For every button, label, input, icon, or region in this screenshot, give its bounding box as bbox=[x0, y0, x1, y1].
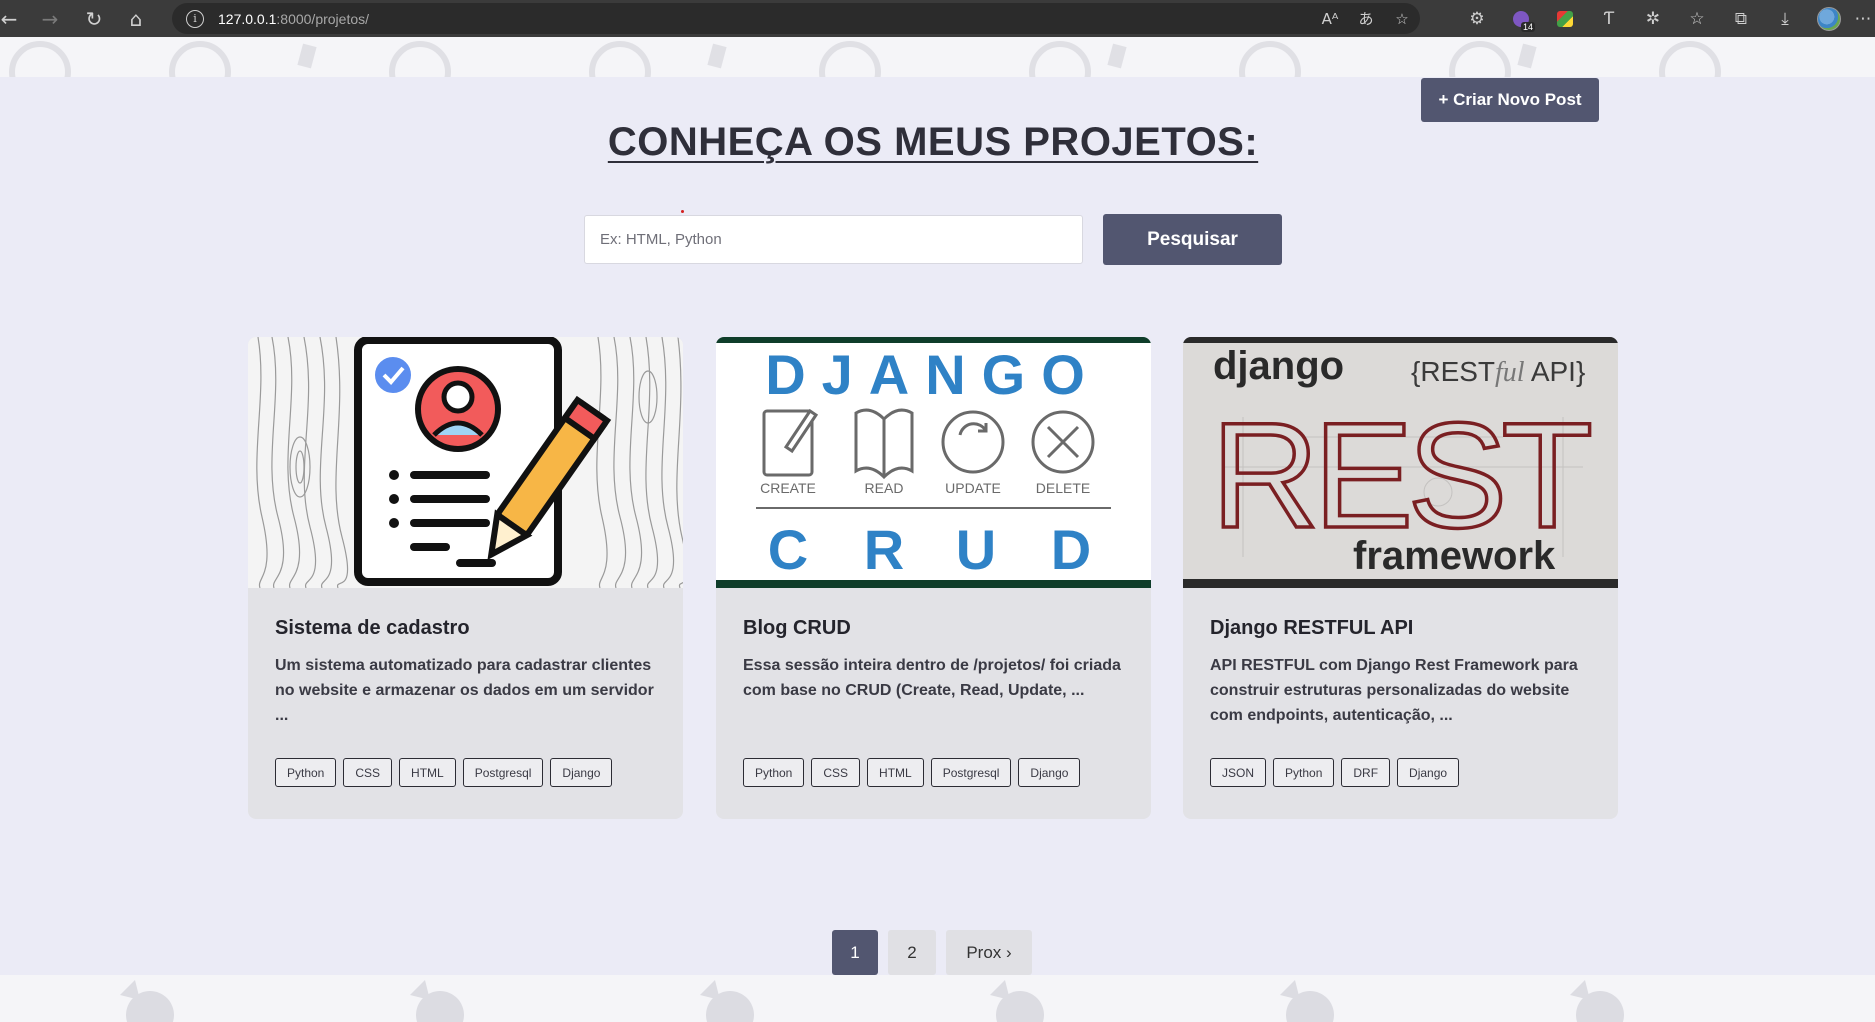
cat-watermark-pattern bbox=[120, 980, 1624, 1022]
crud-letter-u: U bbox=[956, 518, 996, 581]
collections-icon[interactable]: ⧉ bbox=[1719, 0, 1763, 37]
card-body: Django RESTFUL API API RESTFUL com Djang… bbox=[1210, 617, 1600, 728]
url-host: 127.0.0.1 bbox=[218, 10, 277, 27]
crud-label-update: UPDATE bbox=[945, 480, 1001, 496]
add-favorite-icon[interactable]: ☆ bbox=[1384, 10, 1420, 28]
crud-letter-d: D bbox=[1051, 518, 1091, 581]
tag-list: JSON Python DRF Django bbox=[1210, 758, 1460, 787]
extension-purple-icon[interactable]: 14 bbox=[1499, 0, 1543, 37]
project-card[interactable]: DJANGO CREATE READ UPDATE DELETE C R U D… bbox=[716, 337, 1151, 819]
browser-toolbar: ← → ↻ ⌂ i 127.0.0.1:8000/projetos/ Aᴬ あ … bbox=[0, 0, 1875, 37]
crud-letter-c: C bbox=[768, 518, 808, 581]
search-button[interactable]: Pesquisar bbox=[1103, 214, 1282, 265]
home-icon[interactable]: ⌂ bbox=[116, 0, 156, 37]
read-aloud-icon[interactable]: Aᴬ bbox=[1312, 10, 1348, 28]
search-input[interactable] bbox=[584, 215, 1083, 264]
rest-image-api-pre: {REST bbox=[1411, 356, 1495, 387]
create-new-post-button[interactable]: + Criar Novo Post bbox=[1421, 78, 1599, 122]
card-title[interactable]: Sistema de cadastro bbox=[275, 617, 665, 640]
forward-icon[interactable]: → bbox=[30, 0, 70, 37]
crud-label-delete: DELETE bbox=[1036, 480, 1090, 496]
tag[interactable]: Django bbox=[1018, 758, 1081, 787]
rest-image-brand: django bbox=[1213, 344, 1344, 388]
extensions-puzzle-icon[interactable]: ✲ bbox=[1631, 0, 1675, 37]
decorative-dot bbox=[681, 210, 684, 213]
crud-label-read: READ bbox=[865, 480, 904, 496]
translate-icon[interactable]: あ bbox=[1348, 8, 1384, 29]
address-bar-actions: Aᴬ あ ☆ bbox=[1312, 3, 1420, 34]
tag[interactable]: DRF bbox=[1341, 758, 1391, 787]
extension-badge: 14 bbox=[1520, 22, 1535, 32]
address-bar[interactable]: i 127.0.0.1:8000/projetos/ Aᴬ あ ☆ bbox=[172, 3, 1420, 34]
project-thumbnail-crud: DJANGO CREATE READ UPDATE DELETE C R U D bbox=[716, 337, 1151, 588]
tag[interactable]: Postgresql bbox=[930, 758, 1012, 787]
url-path: :8000/projetos/ bbox=[276, 10, 370, 27]
project-card[interactable]: django {RESTful API} REST framework Djan… bbox=[1183, 337, 1618, 819]
tag[interactable]: Python bbox=[1273, 758, 1335, 787]
favorites-icon[interactable]: ☆ bbox=[1675, 0, 1719, 37]
tag[interactable]: Django bbox=[1397, 758, 1460, 787]
tag[interactable]: HTML bbox=[399, 758, 456, 787]
page-title: CONHEÇA OS MEUS PROJETOS: bbox=[607, 120, 1259, 164]
pagination: 1 2 Prox › bbox=[832, 930, 1032, 975]
url-text[interactable]: 127.0.0.1:8000/projetos/ bbox=[218, 11, 369, 27]
tag[interactable]: CSS bbox=[343, 758, 393, 787]
browser-extensions: ⚙ 14 Ƭ ✲ ☆ ⧉ ⤓ ⋯ bbox=[1455, 0, 1875, 37]
card-title[interactable]: Blog CRUD bbox=[743, 617, 1133, 640]
background-pattern-bottom bbox=[0, 975, 1875, 1022]
background-pattern-top bbox=[0, 37, 1875, 77]
rest-image-api-ful: ful bbox=[1495, 357, 1525, 388]
tag[interactable]: JSON bbox=[1210, 758, 1267, 787]
page-1-button[interactable]: 1 bbox=[832, 930, 878, 975]
tag-list: Python CSS HTML Postgresql Django bbox=[743, 758, 1081, 787]
settings-icon[interactable]: ⚙ bbox=[1455, 0, 1499, 37]
downloads-icon[interactable]: ⤓ bbox=[1763, 0, 1807, 37]
site-info-icon[interactable]: i bbox=[186, 9, 204, 28]
page-2-button[interactable]: 2 bbox=[888, 930, 936, 975]
crud-image-top: DJANGO bbox=[765, 343, 1101, 406]
reload-icon[interactable]: ↻ bbox=[74, 0, 114, 37]
profile-avatar[interactable] bbox=[1807, 0, 1851, 37]
tag[interactable]: HTML bbox=[867, 758, 924, 787]
more-menu-icon[interactable]: ⋯ bbox=[1851, 0, 1875, 37]
project-thumbnail-registration bbox=[248, 337, 683, 588]
card-body: Sistema de cadastro Um sistema automatiz… bbox=[275, 617, 665, 728]
card-description: Essa sessão inteira dentro de /projetos/… bbox=[743, 657, 1121, 699]
project-card[interactable]: Sistema de cadastro Um sistema automatiz… bbox=[248, 337, 683, 819]
extension-colorful-icon[interactable] bbox=[1543, 0, 1587, 37]
rest-image-sub: framework bbox=[1353, 534, 1556, 578]
tag[interactable]: CSS bbox=[811, 758, 861, 787]
tag[interactable]: Python bbox=[743, 758, 805, 787]
card-description: Um sistema automatizado para cadastrar c… bbox=[275, 657, 654, 724]
crud-letter-r: R bbox=[864, 518, 904, 581]
tag[interactable]: Postgresql bbox=[462, 758, 544, 787]
next-page-button[interactable]: Prox › bbox=[946, 930, 1032, 975]
tag[interactable]: Python bbox=[275, 758, 337, 787]
cat-watermark-pattern bbox=[9, 41, 1721, 77]
rest-image-api-post: API} bbox=[1525, 356, 1586, 387]
tag-list: Python CSS HTML Postgresql Django bbox=[275, 758, 613, 787]
project-thumbnail-rest: django {RESTful API} REST framework bbox=[1183, 337, 1618, 588]
extension-text-icon[interactable]: Ƭ bbox=[1587, 0, 1631, 37]
card-body: Blog CRUD Essa sessão inteira dentro de … bbox=[743, 617, 1133, 703]
svg-text:{RESTful API}: {RESTful API} bbox=[1411, 356, 1585, 388]
back-icon[interactable]: ← bbox=[0, 0, 18, 37]
tag[interactable]: Django bbox=[550, 758, 613, 787]
crud-label-create: CREATE bbox=[760, 480, 816, 496]
card-title[interactable]: Django RESTFUL API bbox=[1210, 617, 1600, 640]
card-description: API RESTFUL com Django Rest Framework pa… bbox=[1210, 657, 1578, 724]
